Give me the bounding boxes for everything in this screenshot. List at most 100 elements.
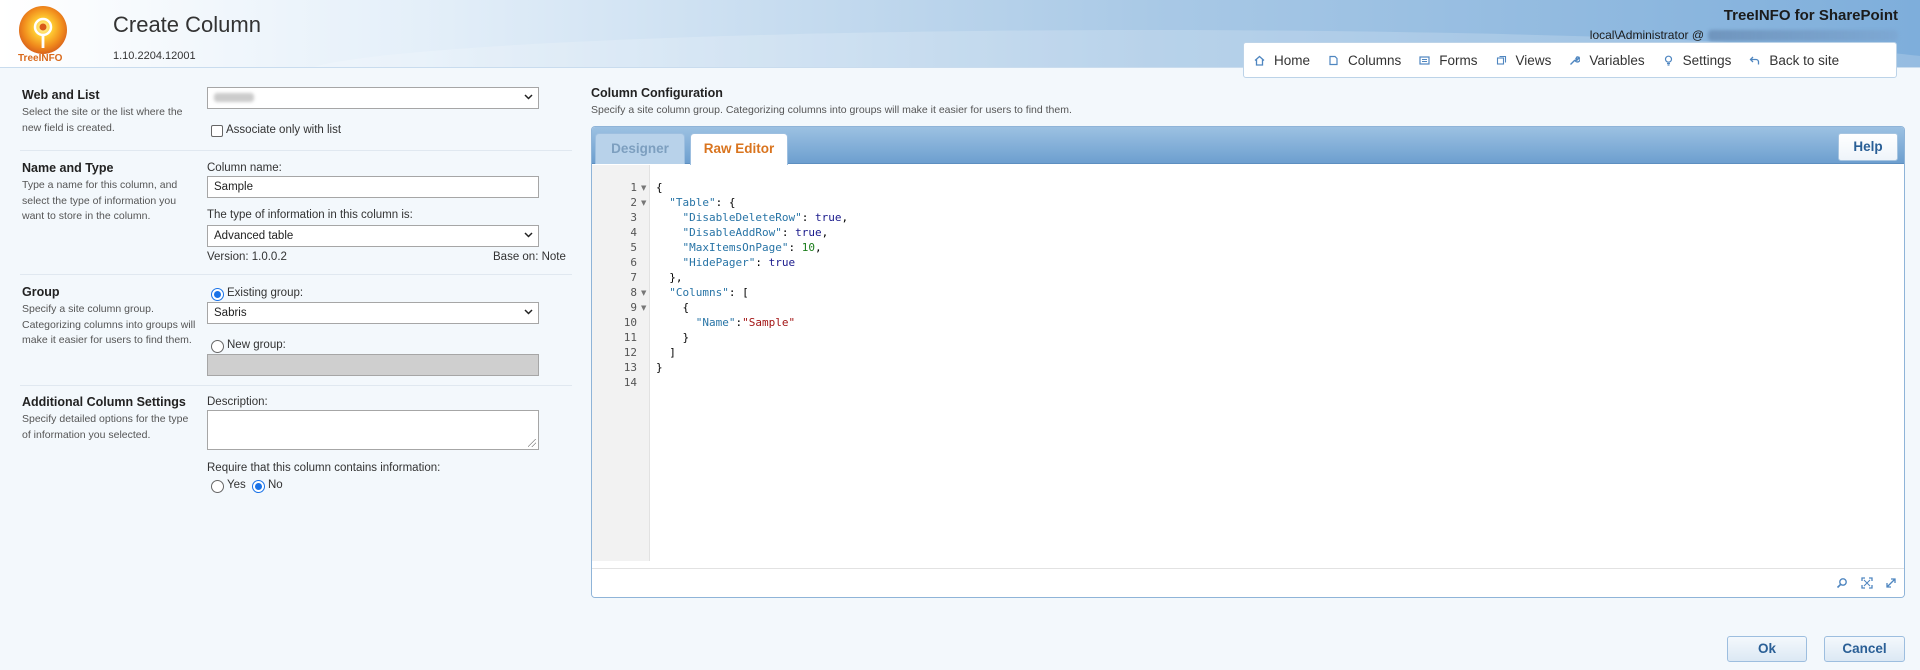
fullscreen-icon[interactable] xyxy=(1861,577,1873,589)
code-token: "Columns" xyxy=(669,286,729,299)
code-token: }, xyxy=(656,271,683,284)
blurred-web-value xyxy=(214,93,254,103)
new-group-radio[interactable] xyxy=(211,340,224,353)
type-base-on: Base on: Note xyxy=(493,251,566,263)
code-token: 10 xyxy=(801,241,815,254)
additional-settings-title: Additional Column Settings xyxy=(22,395,186,409)
code-token: "Sample" xyxy=(742,316,796,329)
code-token: ] xyxy=(656,346,676,359)
fold-toggle-icon[interactable]: ▼ xyxy=(641,289,646,297)
fold-toggle-icon[interactable]: ▼ xyxy=(641,199,646,207)
help-button[interactable]: Help xyxy=(1838,133,1898,161)
tab-raw-editor[interactable]: Raw Editor xyxy=(690,133,788,165)
chevron-down-icon xyxy=(524,94,533,100)
wrench-icon xyxy=(1569,55,1581,66)
require-no-radio[interactable] xyxy=(252,480,265,493)
code-token: : xyxy=(788,241,802,254)
resize-grip-icon[interactable] xyxy=(528,439,536,447)
nav-back-label: Back to site xyxy=(1769,52,1840,68)
cancel-button[interactable]: Cancel xyxy=(1824,636,1905,662)
column-configuration-title: Column Configuration xyxy=(591,86,723,100)
nav-home-label: Home xyxy=(1274,52,1311,68)
require-label: Require that this column contains inform… xyxy=(207,462,441,474)
associate-list-checkbox[interactable] xyxy=(211,125,223,137)
line-number: 5 xyxy=(630,241,637,254)
code-line: "Columns": [ xyxy=(656,286,749,299)
column-configuration-description: Specify a site column group. Categorizin… xyxy=(591,104,1072,116)
description-textarea[interactable] xyxy=(207,410,539,450)
forms-icon xyxy=(1419,55,1430,66)
type-label: The type of information in this column i… xyxy=(207,209,413,221)
line-number: 7 xyxy=(630,271,637,284)
nav-columns[interactable]: Columns xyxy=(1328,53,1401,68)
expand-icon[interactable] xyxy=(1885,577,1897,589)
code-line: } xyxy=(656,361,663,374)
columns-icon xyxy=(1328,55,1339,66)
require-yes-radio[interactable] xyxy=(211,480,224,493)
search-icon[interactable] xyxy=(1836,577,1848,589)
home-icon xyxy=(1254,55,1265,66)
column-name-label: Column name: xyxy=(207,162,282,174)
code-line: "DisableAddRow": true, xyxy=(656,226,829,239)
line-number: 2 xyxy=(630,196,637,209)
code-token: "DisableDeleteRow" xyxy=(682,211,802,224)
existing-group-select[interactable]: Sabris xyxy=(207,302,539,324)
existing-group-radio[interactable] xyxy=(211,288,224,301)
nav-variables-label: Variables xyxy=(1589,52,1645,68)
line-number: 14 xyxy=(623,376,637,389)
line-number: 13 xyxy=(623,361,637,374)
code-token: : xyxy=(781,226,796,239)
code-token: , xyxy=(814,241,822,254)
fold-toggle-icon[interactable]: ▼ xyxy=(641,304,646,312)
chevron-down-icon xyxy=(524,309,533,315)
name-and-type-description: Type a name for this column, and select … xyxy=(22,179,178,222)
web-list-select[interactable] xyxy=(207,87,539,109)
code-token: , xyxy=(841,211,849,224)
line-number: 4 xyxy=(630,226,637,239)
chevron-down-icon xyxy=(524,232,533,238)
column-type-select[interactable]: Advanced table xyxy=(207,225,539,247)
code-line: "DisableDeleteRow": true, xyxy=(656,211,849,224)
description-label: Description: xyxy=(207,396,268,408)
code-token: "Table" xyxy=(669,196,716,209)
line-number: 11 xyxy=(623,331,637,344)
nav-home[interactable]: Home xyxy=(1254,53,1310,68)
additional-settings-description: Specify detailed options for the type of… xyxy=(22,413,189,441)
web-and-list-description: Select the site or the list where the ne… xyxy=(22,106,183,134)
code-token: { xyxy=(656,301,690,314)
ok-button[interactable]: Ok xyxy=(1727,636,1807,662)
name-and-type-title: Name and Type xyxy=(22,161,114,175)
code-token: } xyxy=(656,331,690,344)
main-navigation: Home Columns Forms Views Variables Setti… xyxy=(1243,42,1897,78)
code-token: "DisableAddRow" xyxy=(682,226,782,239)
code-line: "MaxItemsOnPage": 10, xyxy=(656,241,822,254)
code-token: : [ xyxy=(728,286,749,299)
nav-views[interactable]: Views xyxy=(1496,53,1551,68)
app-version: 1.10.2204.12001 xyxy=(113,50,196,62)
column-name-input[interactable]: Sample xyxy=(207,176,539,198)
code-token: true xyxy=(814,211,842,224)
code-line: ] xyxy=(656,346,676,359)
code-token: , xyxy=(821,226,829,239)
existing-group-value: Sabris xyxy=(214,307,247,319)
require-no-label: No xyxy=(268,479,283,491)
nav-forms[interactable]: Forms xyxy=(1419,53,1478,68)
require-yes-label: Yes xyxy=(227,479,246,491)
new-group-input[interactable] xyxy=(207,354,539,376)
user-info: local\Administrator @ xyxy=(1590,28,1898,42)
group-description: Specify a site column group. Categorizin… xyxy=(22,303,196,346)
code-token: "HidePager" xyxy=(682,256,756,269)
fold-toggle-icon[interactable]: ▼ xyxy=(641,184,646,192)
nav-variables[interactable]: Variables xyxy=(1569,52,1645,68)
code-line: "HidePager": true xyxy=(656,256,796,269)
nav-back-to-site[interactable]: Back to site xyxy=(1749,53,1839,68)
configuration-editor: Designer Raw Editor Help 1 ▼ 2 ▼ 3 4 5 6 7 8 ▼ 9 ▼ 10… xyxy=(591,126,1905,598)
code-area[interactable] xyxy=(650,165,1904,561)
nav-settings[interactable]: Settings xyxy=(1663,53,1731,68)
line-number: 3 xyxy=(630,211,637,224)
tab-designer[interactable]: Designer xyxy=(595,133,685,164)
